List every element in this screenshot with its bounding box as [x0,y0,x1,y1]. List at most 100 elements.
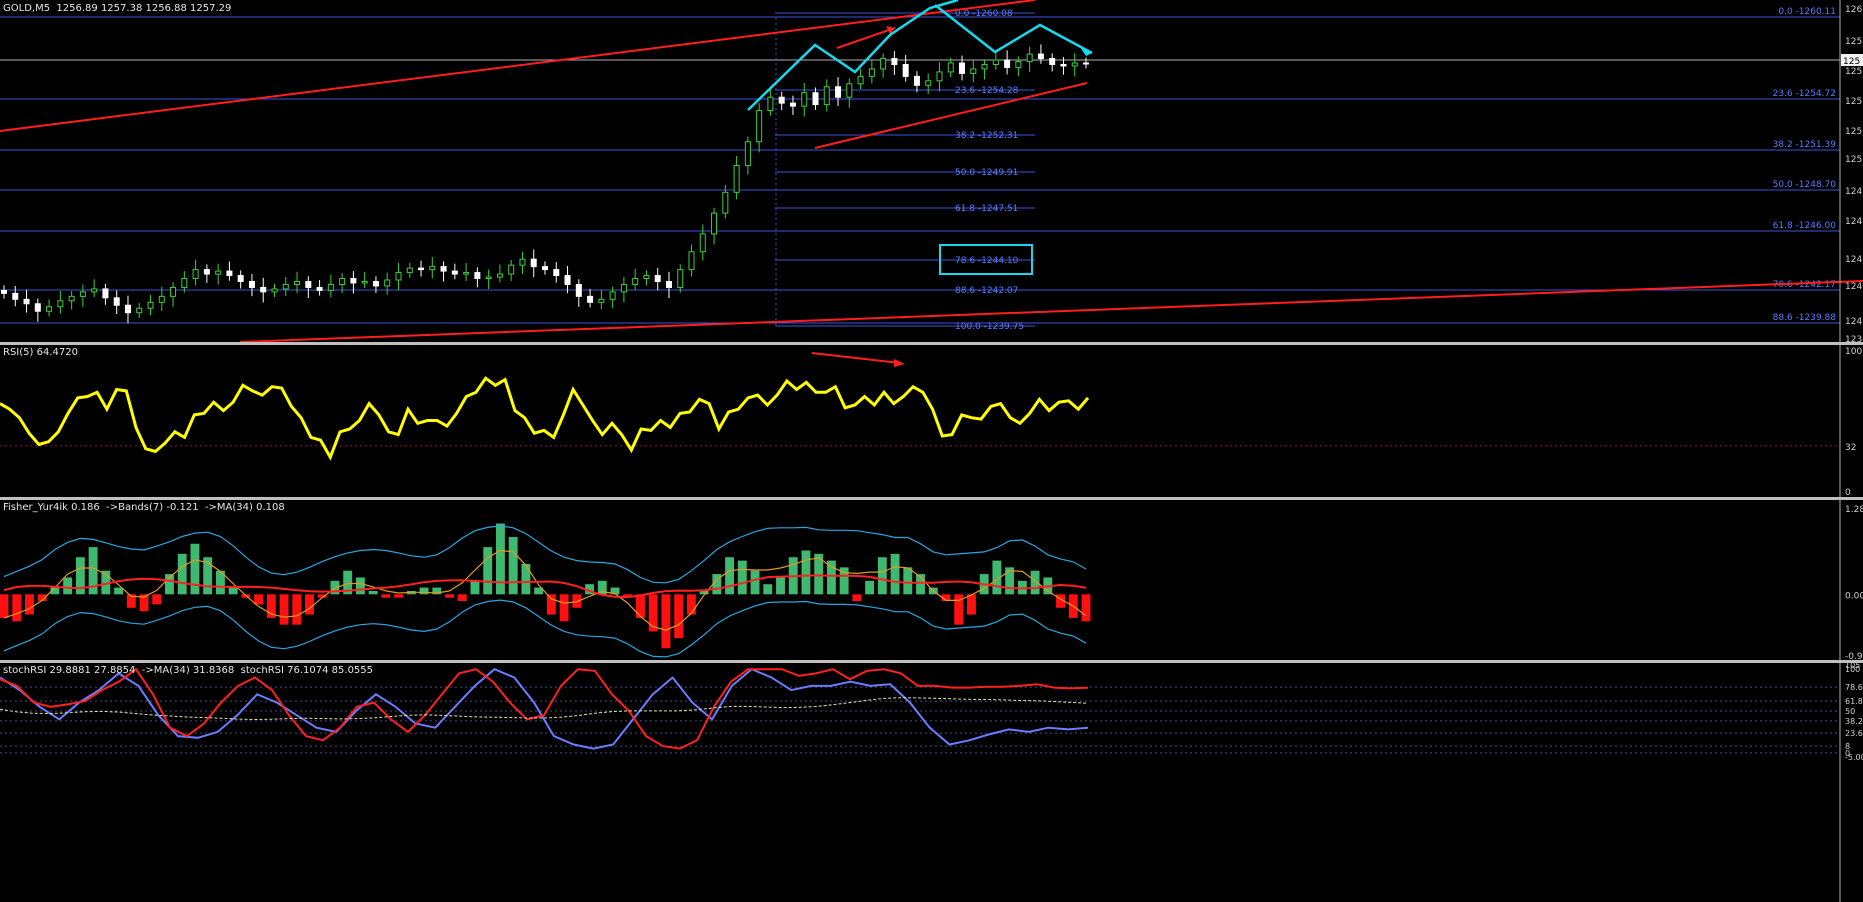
price-axis-tick: 124 [1845,255,1862,265]
candle-body [1026,53,1033,63]
candle-body [113,297,120,306]
stochrsi-red-line [0,667,1089,750]
candle-body [68,295,75,302]
fisher-bar [636,594,645,618]
fisher-bar [355,577,365,595]
fisher-bar [877,557,887,595]
candle-body [181,278,188,288]
fisher-bar [305,594,314,615]
candle-body [158,295,165,303]
fisher-bar [521,563,531,595]
price-axis-tick: 123 [1845,335,1862,342]
candle-body [124,304,131,314]
fisher-bar [674,594,684,639]
fib-label-right: 61.8 -1246.00 [1773,221,1837,231]
candle-body [57,300,64,308]
fisher-bar [966,594,976,615]
fisher-bar [419,587,429,595]
fisher-bar [763,584,773,595]
price-axis-tick: 125 [1845,127,1862,137]
fisher-bar [801,550,811,595]
fisher-bar [737,560,747,595]
stochrsi-header: stochRSI 29.8881 27.8854 ->MA(34) 31.836… [3,665,374,676]
candle-body [868,68,875,77]
candle-body [711,212,718,235]
candle-body [891,58,898,65]
fisher-bar [865,580,875,595]
fisher-bar [470,580,480,595]
fib-label-right: 0.0 -1260.11 [1778,7,1836,17]
stochrsi-pane[interactable]: 10510078.661.85038.223.680-5.00 stochRSI… [0,663,1863,902]
candle-body [305,280,312,288]
fisher-bar [903,567,913,595]
candle-body [992,59,999,65]
fib-label-right: 38.2 -1251.39 [1773,140,1837,150]
candle-body [170,286,177,297]
candle-body [327,283,334,291]
price-axis-tick: 124 [1845,187,1862,197]
candle-body [1071,62,1078,67]
candle-body [260,286,267,293]
fisher-pane[interactable]: 1.28 0.00 -0.9 Fisher_Yur4ik 0.186 ->Bands… [0,500,1863,660]
fisher-axis-tick: 1.28 [1845,505,1863,515]
candle-body [654,275,661,282]
price-chart[interactable]: 0.0 -1260.11 23.6 -1254.72 38.2 -1251.39 50… [0,0,1863,342]
fib-label-left: 100.0 -1239.75 [955,322,1024,332]
fisher-bar [725,557,735,595]
trend-line [814,82,1088,149]
candle-body [406,267,413,274]
candle-body [12,292,19,300]
candle-body [226,270,233,277]
fisher-bar [495,523,505,595]
candle-body [632,278,639,285]
candle-body [508,264,515,275]
stoch-axis-tick: 100 [1845,665,1860,674]
candle-body [1004,59,1011,68]
candle-body [237,275,244,282]
candle-body [1049,58,1056,65]
candle-body [384,279,391,287]
candle-body [823,86,830,106]
price-axis-tick: 124 [1845,217,1862,227]
fib-label-left: 23.6 -1254.28 [955,86,1019,96]
rsi-chart[interactable]: 100 32 0 [0,345,1863,497]
candle-body [282,283,289,290]
rsi-line [0,376,1090,461]
candle-body [372,280,379,287]
candle-body [136,307,143,314]
candle-body [643,275,650,280]
candle-body [1015,61,1022,68]
candle-body [835,86,842,98]
price-axis-tick: 124 [1845,282,1862,292]
candle-body [778,96,785,104]
fisher-bar [152,594,162,605]
candle-body [79,291,86,297]
candle-body [936,71,943,82]
fib-label-right: 50.0 -1248.70 [1773,180,1837,190]
fib-label-right: 88.6 -1239.88 [1773,313,1837,323]
fisher-bar [63,577,73,595]
fib-label-left: 78.6 -1244.10 [955,256,1019,266]
fisher-bar [661,594,671,649]
candle-body [395,272,402,281]
fisher-bar [254,594,264,605]
fisher-chart[interactable]: 1.28 0.00 -0.9 [0,500,1863,660]
price-axis-tick: 125 [1845,97,1862,107]
candle-body [451,270,458,275]
stochrsi-chart[interactable]: 10510078.661.85038.223.680-5.00 [0,663,1863,902]
candle-body [880,58,887,70]
candle-body [812,92,819,106]
candle-body [1083,62,1089,65]
price-chart-pane[interactable]: 0.0 -1260.11 23.6 -1254.72 38.2 -1251.39 50… [0,0,1863,342]
candle-body [248,280,255,288]
candle-body [665,280,672,288]
fisher-bar [457,594,467,602]
candle-body [192,269,199,280]
fisher-header: Fisher_Yur4ik 0.186 ->Bands(7) -0.121 ->… [3,502,285,513]
rsi-header: RSI(5) 64.4720 [3,347,78,358]
rsi-axis-tick: 32 [1845,443,1856,453]
stoch-axis-tick: 23.6 [1845,729,1863,738]
rsi-pane[interactable]: 100 32 0 RSI(5) 64.4720 [0,345,1863,497]
current-price-label: 125 [1843,57,1860,67]
fisher-bar [12,594,22,622]
